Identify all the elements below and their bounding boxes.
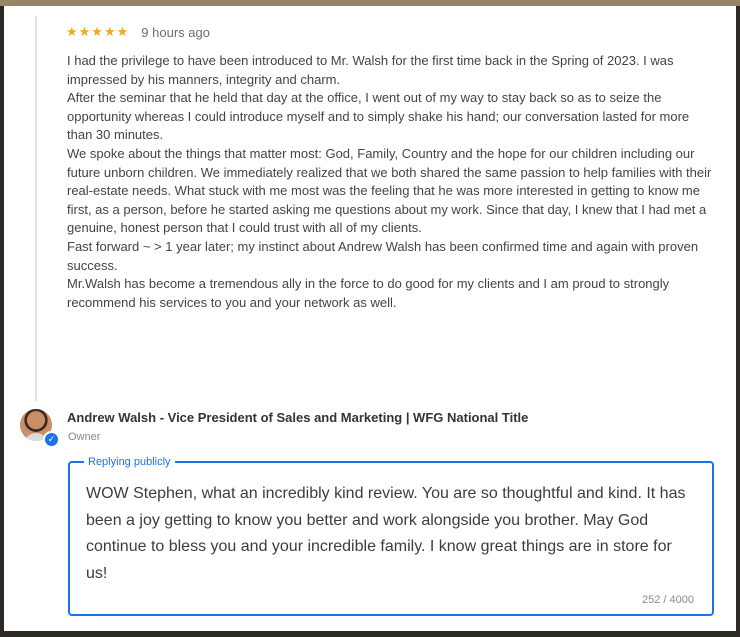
reply-text[interactable]: WOW Stephen, what an incredibly kind rev… [86, 481, 694, 587]
review-paragraph: I had the privilege to have been introdu… [67, 53, 674, 87]
review-text: I had the privilege to have been introdu… [67, 52, 717, 312]
owner-name: Andrew Walsh - Vice President of Sales a… [67, 410, 529, 425]
reply-textarea[interactable]: Replying publicly WOW Stephen, what an i… [68, 455, 714, 616]
review-timestamp: 9 hours ago [141, 24, 210, 40]
thread-line [35, 16, 37, 401]
owner-role: Owner [68, 431, 101, 443]
reply-legend: Replying publicly [84, 455, 175, 469]
character-count: 252 / 4000 [642, 594, 694, 606]
review-panel: ★★★★★ 9 hours ago I had the privilege to… [4, 6, 736, 631]
verified-check-icon: ✓ [43, 431, 60, 448]
review-header: ★★★★★ 9 hours ago [66, 22, 210, 42]
review-paragraph: Fast forward ~ > 1 year later; my instin… [67, 238, 699, 273]
star-rating: ★★★★★ [66, 24, 130, 39]
review-paragraph: We spoke about the things that matter mo… [67, 145, 712, 236]
review-paragraph: Mr.Walsh has become a tremendous ally in… [67, 276, 670, 310]
review-paragraph: After the seminar that he held that day … [67, 90, 690, 143]
